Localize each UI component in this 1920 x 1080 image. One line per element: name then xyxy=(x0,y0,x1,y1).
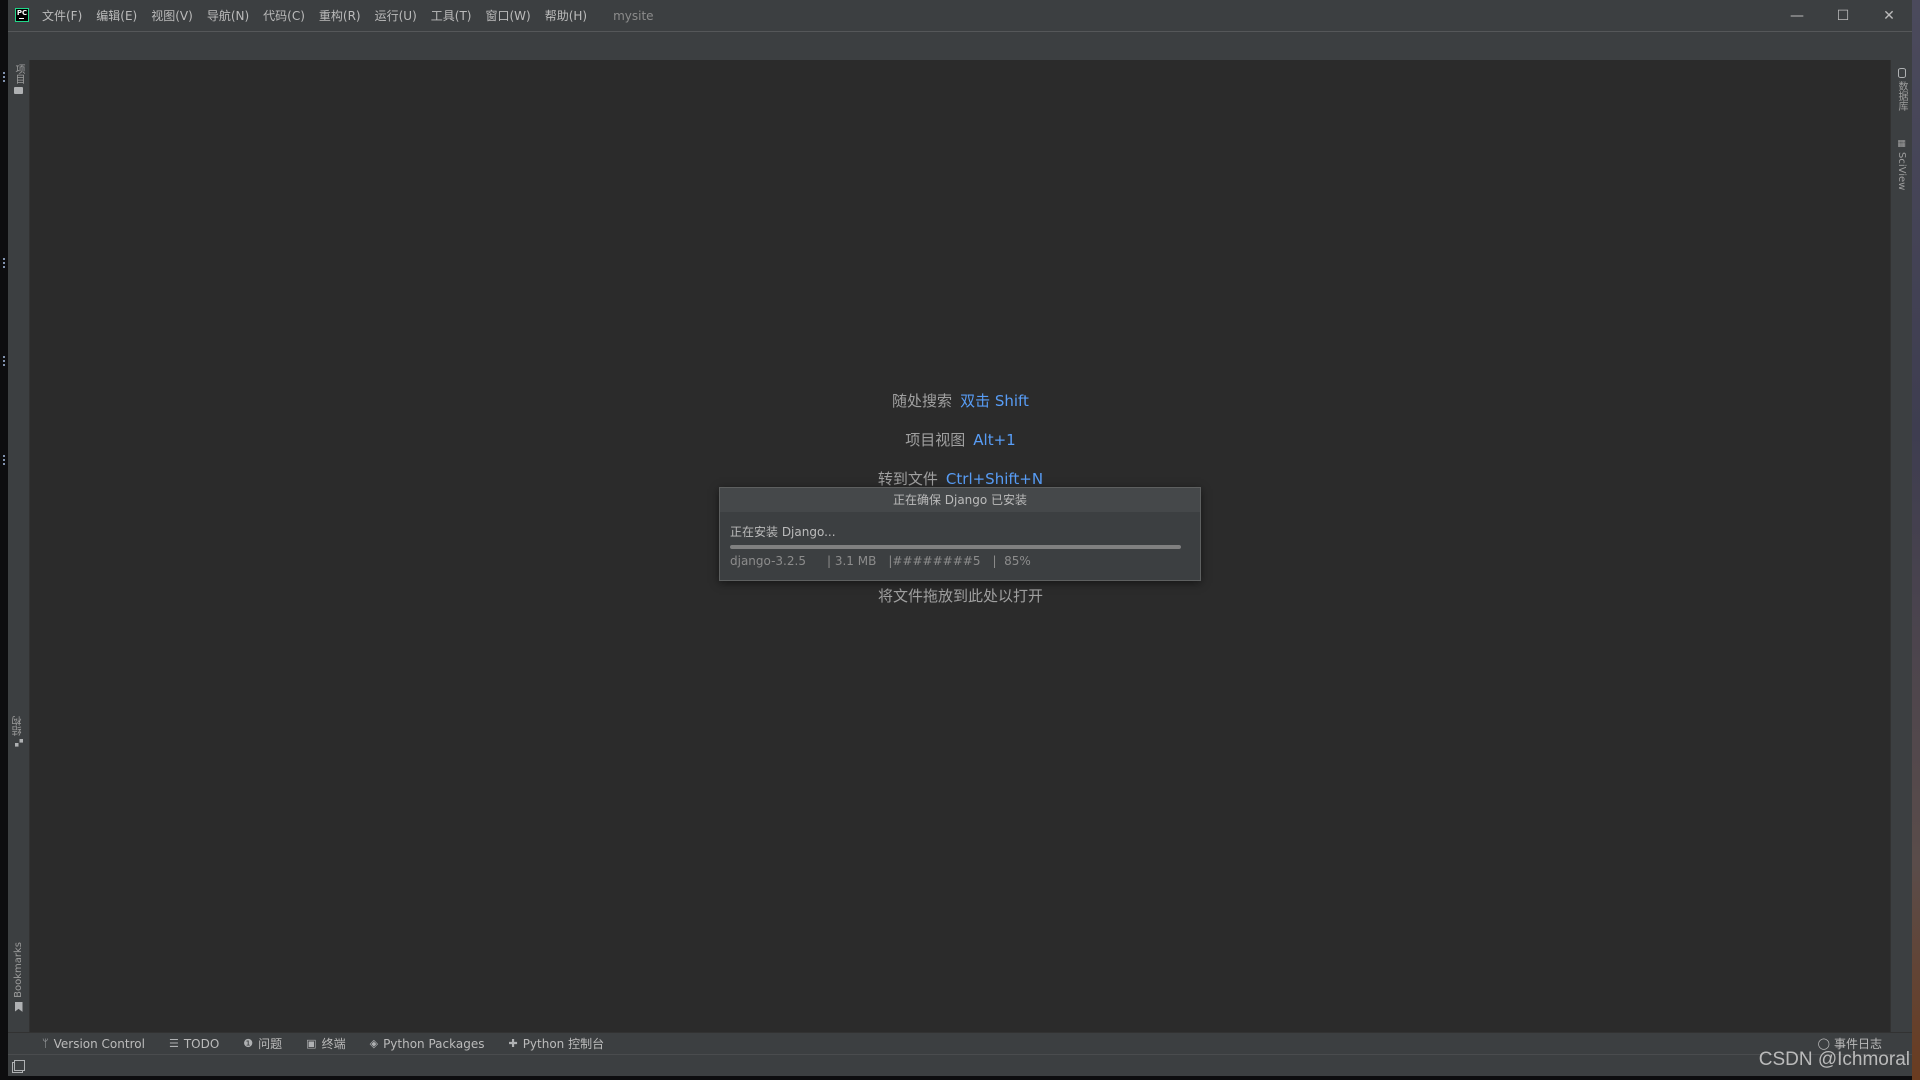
hint-shortcut: Alt+1 xyxy=(973,431,1016,449)
terminal-label: 终端 xyxy=(321,1037,346,1051)
hint-label: 转到文件 xyxy=(877,470,938,488)
package-size: | 3.1 MB xyxy=(827,554,877,568)
database-label: 数据库 xyxy=(1896,81,1907,111)
hint-shortcut: Ctrl+Shift+N xyxy=(945,470,1044,488)
tool-window-sciview[interactable]: ▦ SciView xyxy=(1891,139,1912,191)
menu-navigate[interactable]: 导航(N) xyxy=(207,7,249,24)
python-icon: ✚ xyxy=(508,1037,518,1050)
database-icon xyxy=(1897,68,1906,78)
project-label: 项目 xyxy=(13,64,24,84)
install-progress-dialog: 正在确保 Django 已安装 正在安装 Django... django-3.… xyxy=(719,487,1201,581)
structure-icon xyxy=(14,739,23,747)
right-tool-stripe: 数据库 ▦ SciView xyxy=(1890,60,1912,1032)
version-control-button[interactable]: ᛘ Version Control xyxy=(42,1037,145,1051)
bookmarks-label: Bookmarks xyxy=(13,942,24,998)
close-icon: ✕ xyxy=(1883,7,1895,24)
bookmark-icon xyxy=(14,1001,23,1012)
hint-label: 项目视图 xyxy=(905,431,966,449)
title-bar: PC 文件(F) 编辑(E) 视图(V) 导航(N) 代码(C) 重构(R) 运… xyxy=(8,0,1912,32)
install-progress-bar xyxy=(730,545,1181,549)
todo-label: TODO xyxy=(183,1036,220,1051)
window-controls: — ☐ ✕ xyxy=(1774,0,1912,31)
toggle-tool-windows-icon[interactable] xyxy=(14,1060,25,1071)
menu-window[interactable]: 窗口(W) xyxy=(485,7,530,24)
dialog-title: 正在确保 Django 已安装 xyxy=(720,488,1200,512)
minimize-icon: — xyxy=(1790,7,1804,24)
terminal-icon: ▣ xyxy=(306,1037,317,1050)
left-tool-stripe: 项目 结构 Bookmarks xyxy=(8,60,30,1032)
download-bar-text: |########5 xyxy=(888,554,981,568)
list-icon: ☰ xyxy=(168,1037,179,1050)
hint-label: 将文件拖放到此处以打开 xyxy=(877,587,1043,605)
desktop-background xyxy=(1912,0,1920,1080)
todo-button[interactable]: ☰ TODO xyxy=(169,1037,219,1051)
menu-view[interactable]: 视图(V) xyxy=(151,7,193,24)
csdn-watermark: CSDN @Ichmoral xyxy=(1758,1049,1910,1070)
python-packages-label: Python Packages xyxy=(383,1036,485,1051)
status-bar xyxy=(8,1054,1912,1076)
tool-window-bookmarks[interactable]: Bookmarks xyxy=(8,942,29,1012)
hint-project-view: 项目视图 Alt+1 xyxy=(30,429,1891,450)
terminal-button[interactable]: ▣ 终端 xyxy=(306,1035,345,1052)
menu-help[interactable]: 帮助(H) xyxy=(545,7,587,24)
python-console-label: Python 控制台 xyxy=(522,1037,605,1051)
problems-button[interactable]: ❶ 问题 xyxy=(243,1035,282,1052)
branch-icon: ᛘ xyxy=(42,1037,49,1050)
version-control-label: Version Control xyxy=(53,1036,145,1051)
package-name: django-3.2.5 xyxy=(730,554,806,568)
tool-window-bar: ᛘ Version Control ☰ TODO ❶ 问题 ▣ 终端 ◈ Python P… xyxy=(8,1032,1912,1054)
python-packages-button[interactable]: ◈ Python Packages xyxy=(370,1037,485,1051)
tool-window-database[interactable]: 数据库 xyxy=(1891,68,1912,111)
menu-code[interactable]: 代码(C) xyxy=(263,7,305,24)
hint-goto-file: 转到文件 Ctrl+Shift+N xyxy=(30,468,1891,489)
minimize-button[interactable]: — xyxy=(1774,0,1820,31)
close-button[interactable]: ✕ xyxy=(1866,0,1912,31)
sciview-label: SciView xyxy=(1896,152,1907,191)
python-console-button[interactable]: ✚ Python 控制台 xyxy=(508,1035,604,1052)
download-percent: | 85% xyxy=(992,554,1031,568)
hint-drop-files: 将文件拖放到此处以打开 xyxy=(30,585,1891,606)
grid-icon: ▦ xyxy=(1897,139,1906,149)
install-detail: django-3.2.5 | 3.1 MB |########5 | 85% xyxy=(730,554,1043,568)
maximize-button[interactable]: ☐ xyxy=(1820,0,1866,31)
problems-icon: ❶ xyxy=(243,1037,254,1050)
progress-fill xyxy=(730,545,1181,549)
menu-tools[interactable]: 工具(T) xyxy=(431,7,472,24)
structure-label: 结构 xyxy=(13,716,24,736)
maximize-icon: ☐ xyxy=(1836,7,1850,24)
folder-icon xyxy=(14,87,23,94)
hint-label: 随处搜索 xyxy=(892,392,953,410)
layers-icon: ◈ xyxy=(369,1037,379,1050)
tool-window-structure[interactable]: 结构 xyxy=(8,716,29,747)
menu-refactor[interactable]: 重构(R) xyxy=(319,7,361,24)
navigation-toolbar xyxy=(8,32,1912,60)
pycharm-logo-icon: PC xyxy=(15,8,29,22)
hint-search-everywhere: 随处搜索 双击 Shift xyxy=(30,390,1891,411)
menu-edit[interactable]: 编辑(E) xyxy=(96,7,137,24)
project-name: mysite xyxy=(613,8,654,23)
menu-run[interactable]: 运行(U) xyxy=(375,7,417,24)
menu-bar: 文件(F) 编辑(E) 视图(V) 导航(N) 代码(C) 重构(R) 运行(U… xyxy=(42,0,654,31)
menu-file[interactable]: 文件(F) xyxy=(42,7,82,24)
hint-shortcut: 双击 Shift xyxy=(960,392,1029,410)
tool-window-project[interactable]: 项目 xyxy=(8,64,29,94)
install-status-text: 正在安装 Django... xyxy=(730,525,836,539)
problems-label: 问题 xyxy=(258,1037,283,1051)
